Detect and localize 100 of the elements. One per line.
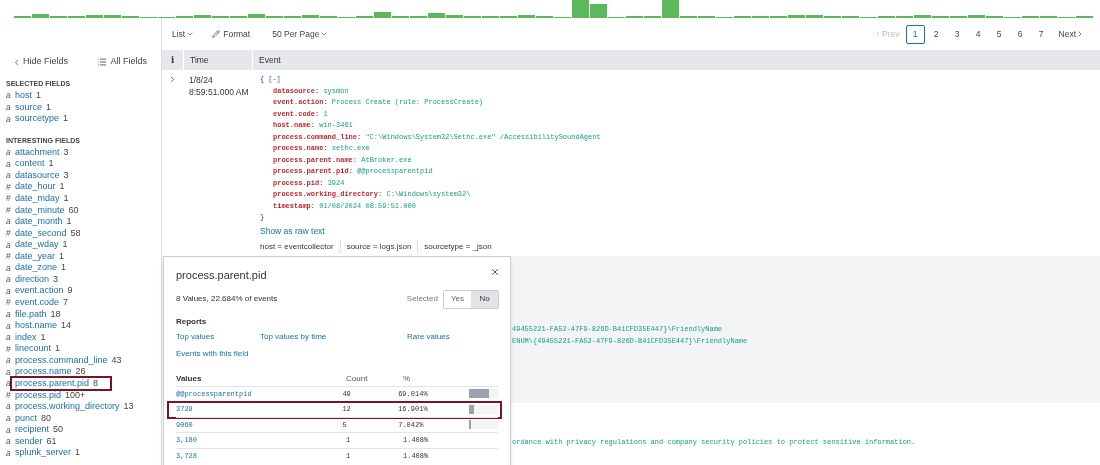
field-link[interactable]: date_second bbox=[15, 226, 67, 241]
column-header: Time bbox=[183, 50, 252, 70]
field-count: 1 bbox=[36, 89, 42, 103]
field-summary[interactable]: sourcetype = _json bbox=[417, 240, 498, 252]
field-link[interactable]: punct bbox=[15, 411, 38, 426]
page-button[interactable]: 4 bbox=[968, 24, 988, 44]
field-summary[interactable]: host = eventcollector bbox=[260, 240, 340, 252]
field-link[interactable]: process.command_line bbox=[15, 353, 108, 368]
field-type: a bbox=[6, 261, 12, 275]
field-link[interactable]: direction bbox=[15, 272, 50, 287]
field-link[interactable]: recipient bbox=[15, 423, 50, 437]
field-link[interactable]: datasource bbox=[15, 168, 60, 183]
field-link[interactable]: file.path bbox=[15, 307, 47, 322]
page-button[interactable]: 5 bbox=[989, 24, 1009, 44]
event-time: 8:59:51.000 AM bbox=[189, 86, 250, 98]
field-link[interactable]: date_zone bbox=[15, 261, 58, 275]
page-button[interactable]: 2 bbox=[926, 24, 946, 44]
field-link[interactable]: date_wday bbox=[15, 238, 59, 252]
field-type: a bbox=[6, 157, 12, 171]
caret-icon bbox=[186, 30, 195, 38]
pencil-icon bbox=[212, 30, 221, 38]
raw-text-link[interactable]: Show as raw text bbox=[260, 223, 601, 238]
report-link[interactable]: Top values bbox=[176, 330, 260, 343]
field-count: 26 bbox=[75, 365, 86, 379]
field-count: 1 bbox=[75, 446, 81, 460]
expand-chevron-icon[interactable] bbox=[168, 75, 177, 84]
field-count: 80 bbox=[41, 411, 52, 425]
page-button[interactable]: 7 bbox=[1031, 24, 1051, 44]
field-type: a bbox=[6, 169, 12, 182]
field-type: a bbox=[6, 284, 12, 298]
field-link[interactable]: process.name bbox=[15, 365, 72, 379]
field-count: 1 bbox=[59, 180, 65, 194]
close-icon[interactable] bbox=[490, 267, 500, 277]
field-count: 1 bbox=[66, 215, 72, 229]
field-link[interactable]: attachment bbox=[15, 145, 60, 160]
field-count: 1 bbox=[63, 112, 69, 126]
report-link[interactable]: Rare values bbox=[407, 330, 450, 343]
field-link[interactable]: event.action bbox=[15, 284, 64, 298]
list-icon bbox=[97, 57, 108, 67]
field-count: 1 bbox=[62, 238, 68, 252]
field-link[interactable]: content bbox=[15, 157, 45, 171]
field-link[interactable]: process.working_directory bbox=[15, 400, 120, 414]
per-page-menu[interactable]: 50 Per Page bbox=[272, 27, 329, 41]
report-link[interactable]: Top values by time bbox=[260, 330, 407, 343]
field-type: a bbox=[6, 238, 12, 252]
field-type: a bbox=[6, 146, 12, 159]
field-link[interactable]: date_month bbox=[15, 215, 63, 229]
field-summary[interactable]: source = logs.json bbox=[339, 240, 418, 252]
field-count: 58 bbox=[70, 226, 81, 240]
popup-title: process.parent.pid bbox=[176, 268, 267, 283]
field-type: a bbox=[6, 89, 12, 103]
field-link[interactable]: linecount bbox=[15, 342, 52, 356]
field-count: 14 bbox=[61, 319, 72, 333]
field-count: 43 bbox=[111, 353, 122, 367]
field-link[interactable]: splunk_server bbox=[15, 446, 72, 460]
all-fields-link[interactable]: All Fields bbox=[97, 55, 147, 69]
field-type: a bbox=[6, 112, 12, 126]
field-link[interactable]: index bbox=[15, 330, 37, 345]
page-button[interactable]: 1 bbox=[905, 24, 925, 44]
field-type: # bbox=[6, 250, 12, 263]
page-button[interactable]: 6 bbox=[1010, 24, 1030, 44]
page-button[interactable]: 3 bbox=[947, 24, 967, 44]
list-menu[interactable]: List bbox=[172, 27, 195, 41]
field-type: a bbox=[6, 354, 12, 367]
field-count: 8 bbox=[93, 376, 99, 390]
chevron-left-icon bbox=[12, 57, 21, 67]
field-type: # bbox=[6, 203, 12, 217]
field-link[interactable]: sourcetype bbox=[15, 112, 60, 126]
field-count: 13 bbox=[123, 400, 134, 414]
field-type: # bbox=[6, 227, 12, 240]
column-header: Event bbox=[252, 50, 281, 70]
field-type: a bbox=[6, 423, 12, 437]
field-link[interactable]: sender bbox=[15, 434, 43, 449]
next-button[interactable]: Next bbox=[1052, 27, 1090, 41]
field-link[interactable]: date_minute bbox=[15, 203, 65, 218]
field-link[interactable]: process.parent.pid bbox=[15, 376, 90, 391]
hide-fields-link[interactable]: Hide Fields bbox=[12, 55, 69, 69]
field-count: 3 bbox=[53, 272, 59, 286]
event-date: 1/8/24 bbox=[189, 74, 214, 86]
field-link[interactable]: source bbox=[15, 100, 42, 115]
field-type: a bbox=[6, 400, 12, 414]
field-link[interactable]: date_mday bbox=[15, 191, 60, 206]
field-type: # bbox=[6, 192, 12, 206]
field-count: 1 bbox=[59, 249, 65, 263]
field-link[interactable]: event.code bbox=[15, 296, 60, 310]
report-link[interactable]: Events with this field bbox=[176, 347, 249, 360]
column-header: Count bbox=[346, 372, 369, 385]
field-count: 1 bbox=[40, 330, 46, 344]
toggle-option[interactable]: No bbox=[471, 290, 498, 308]
format-button[interactable]: Format bbox=[212, 27, 251, 41]
field-link[interactable]: host bbox=[15, 89, 32, 103]
field-count: 7 bbox=[63, 296, 69, 310]
field-type: a bbox=[6, 435, 12, 448]
field-type: a bbox=[6, 446, 12, 460]
field-type: # bbox=[6, 342, 12, 356]
field-link[interactable]: date_hour bbox=[15, 180, 56, 194]
field-count: 1 bbox=[61, 261, 67, 275]
field-link[interactable]: host.name bbox=[15, 319, 58, 333]
field-link[interactable]: date_year bbox=[15, 249, 56, 264]
field-link[interactable]: process.pid bbox=[15, 388, 62, 403]
